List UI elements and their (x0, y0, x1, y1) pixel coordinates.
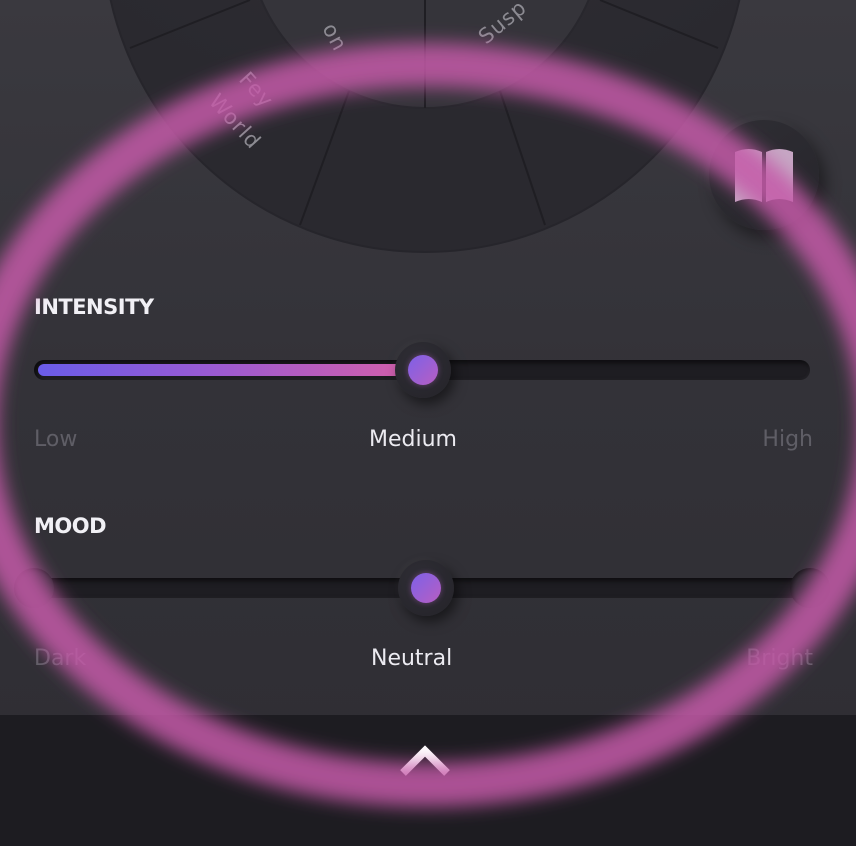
expand-button[interactable] (393, 737, 457, 785)
mood-thumb-dot (411, 573, 441, 603)
wheel-segment-label: on (318, 19, 352, 55)
mood-track-end-left (14, 568, 54, 608)
wheel-segment-label: Fey (234, 67, 278, 112)
intensity-title: INTENSITY (34, 295, 154, 319)
book-button[interactable] (709, 120, 819, 230)
book-open-icon (735, 149, 793, 202)
wheel-segment-label: Susp (474, 0, 531, 49)
intensity-option-low[interactable]: Low (34, 427, 77, 452)
intensity-thumb-dot (408, 355, 438, 385)
mood-option-dark[interactable]: Dark (34, 646, 86, 671)
mood-option-bright[interactable]: Bright (746, 646, 813, 671)
mood-slider-thumb[interactable] (398, 560, 454, 616)
intensity-slider-thumb[interactable] (395, 342, 451, 398)
mood-track-end-right (790, 568, 830, 608)
intensity-option-medium[interactable]: Medium (369, 427, 457, 452)
wheel-inner-ring[interactable] (247, 0, 603, 109)
intensity-option-high[interactable]: High (762, 427, 813, 452)
chevron-up-icon (400, 745, 450, 776)
wheel-segment-label: World (204, 89, 265, 154)
mood-option-neutral[interactable]: Neutral (371, 646, 452, 671)
mood-title: MOOD (34, 514, 107, 538)
wheel-outer-ring[interactable] (103, 0, 747, 253)
intensity-slider-fill (38, 364, 422, 376)
